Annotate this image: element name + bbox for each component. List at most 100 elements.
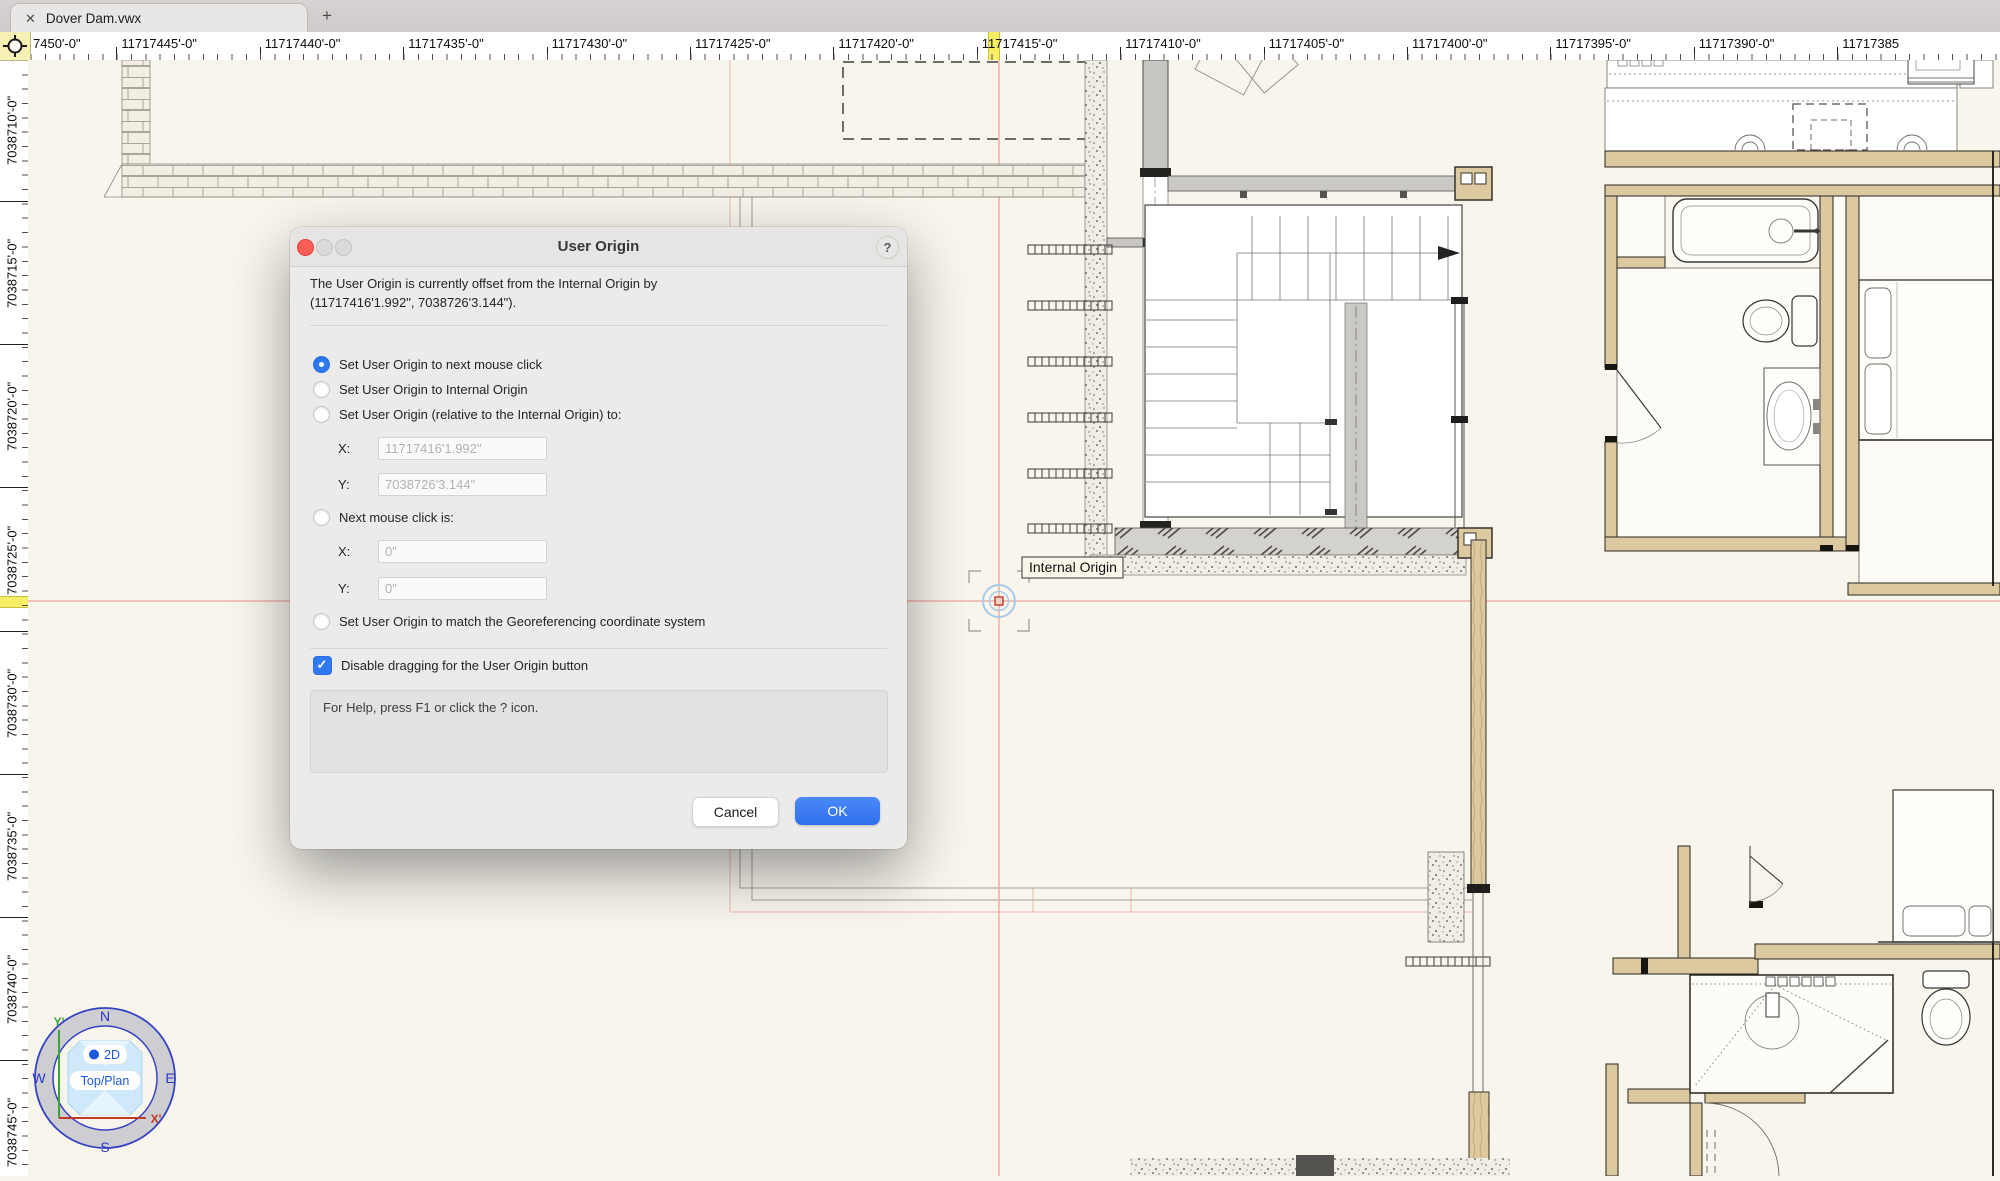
bed-upper bbox=[1859, 280, 1993, 440]
ruler-label: 11717405'-0" bbox=[1269, 36, 1345, 51]
x-offset-label: X: bbox=[338, 437, 350, 460]
internal-origin-callout: Internal Origin bbox=[1022, 557, 1123, 578]
radio-button[interactable] bbox=[313, 406, 330, 423]
toilet-lower bbox=[1922, 971, 1970, 1045]
ruler-label: 7038710'-0" bbox=[4, 75, 20, 185]
ruler-label: 11717445'-0" bbox=[121, 36, 197, 51]
tab-title: Dover Dam.vwx bbox=[46, 11, 141, 26]
radio-button[interactable] bbox=[313, 381, 330, 398]
ruler-label: 11717385 bbox=[1842, 36, 1899, 51]
internal-origin-label: Internal Origin bbox=[1029, 559, 1117, 575]
render-mode-label: 2D bbox=[104, 1048, 120, 1062]
ruler-major-tick bbox=[1120, 47, 1121, 60]
radio-button[interactable] bbox=[313, 356, 330, 373]
y-offset-row: Y: bbox=[290, 473, 907, 496]
ruler-label: 11717420'-0" bbox=[838, 36, 914, 51]
offset-description-line1: The User Origin is currently offset from… bbox=[310, 274, 887, 293]
ruler-label: 7038735'-0" bbox=[4, 791, 20, 901]
divider bbox=[310, 325, 887, 326]
cancel-button[interactable]: Cancel bbox=[692, 797, 779, 827]
ruler-major-tick bbox=[833, 47, 834, 60]
desk bbox=[1908, 60, 1974, 84]
tab-close-icon[interactable]: ✕ bbox=[25, 11, 36, 27]
mode-dot-icon bbox=[89, 1050, 99, 1060]
x-click-field[interactable] bbox=[378, 540, 547, 563]
radio-georeferencing[interactable]: Set User Origin to match the Georeferenc… bbox=[313, 613, 887, 630]
disable-dragging-checkbox[interactable] bbox=[313, 656, 332, 675]
corridor bbox=[1833, 196, 1846, 551]
shower-room bbox=[1690, 975, 1893, 1093]
tab-bar: ✕ Dover Dam.vwx + bbox=[0, 0, 2000, 33]
ruler-label: 11717415'-0" bbox=[982, 36, 1058, 51]
ruler-major-tick bbox=[0, 1060, 28, 1061]
compass-north-label: N bbox=[100, 1008, 110, 1024]
ruler-major-tick bbox=[0, 917, 28, 918]
ruler-label: 11717395'-0" bbox=[1555, 36, 1631, 51]
dialog-title-bar[interactable]: User Origin ? bbox=[290, 227, 907, 267]
ruler-major-tick bbox=[0, 774, 28, 775]
ruler-label: 11717390'-0" bbox=[1699, 36, 1775, 51]
x-offset-field[interactable] bbox=[378, 437, 547, 460]
ruler-major-tick bbox=[403, 47, 404, 60]
ruler-label: 11717435'-0" bbox=[408, 36, 484, 51]
ruler-label: 11717425'-0" bbox=[695, 36, 771, 51]
radio-internal-origin[interactable]: Set User Origin to Internal Origin bbox=[313, 381, 887, 398]
y-click-label: Y: bbox=[338, 577, 350, 600]
ruler-major-tick bbox=[0, 487, 28, 488]
ruler-major-tick bbox=[0, 631, 28, 632]
radio-next-mouse-click[interactable]: Set User Origin to next mouse click bbox=[313, 356, 887, 373]
ruler-major-tick bbox=[977, 47, 978, 60]
x-axis-label: X' bbox=[151, 1112, 162, 1126]
y-offset-field[interactable] bbox=[378, 473, 547, 496]
ruler-label: 7038725'-0" bbox=[4, 505, 20, 615]
y-offset-label: Y: bbox=[338, 473, 350, 496]
ruler-label: 11717440'-0" bbox=[265, 36, 341, 51]
vectorworks-window: { "tab_bar": { "close": "✕", "title": "D… bbox=[0, 0, 2000, 1176]
new-tab-button[interactable]: + bbox=[314, 2, 340, 29]
help-text-box: For Help, press F1 or click the ? icon. bbox=[310, 690, 888, 773]
radio-button[interactable] bbox=[313, 613, 330, 630]
bathtub bbox=[1673, 199, 1820, 262]
ruler-major-tick bbox=[690, 47, 691, 60]
y-click-row: Y: bbox=[290, 577, 907, 600]
ruler-label: 11717430'-0" bbox=[552, 36, 628, 51]
x-click-row: X: bbox=[290, 540, 907, 563]
origin-crosshair-icon bbox=[0, 32, 30, 60]
radio-relative-to-internal[interactable]: Set User Origin (relative to the Interna… bbox=[313, 406, 887, 423]
help-text: For Help, press F1 or click the ? icon. bbox=[323, 700, 538, 715]
horizontal-ruler: 7450'-0" 11717445'-0" 11717440'-0" 11717435… bbox=[0, 32, 2000, 61]
y-axis-label: Y' bbox=[54, 1015, 65, 1029]
view-compass[interactable]: N E S W 2D Top/Plan Y' X' bbox=[25, 1000, 190, 1165]
dialog-title: User Origin bbox=[290, 227, 907, 266]
user-origin-dialog: User Origin ? The User Origin is current… bbox=[290, 227, 907, 849]
user-origin-button[interactable] bbox=[0, 32, 31, 61]
stairwell bbox=[1090, 167, 1492, 575]
closet bbox=[1617, 196, 1665, 257]
help-button[interactable]: ? bbox=[876, 236, 899, 259]
ruler-major-tick bbox=[0, 344, 28, 345]
ruler-major-tick bbox=[1550, 47, 1551, 60]
disable-dragging-checkbox-row[interactable]: Disable dragging for the User Origin but… bbox=[313, 656, 588, 674]
ok-button[interactable]: OK bbox=[795, 797, 880, 825]
compass-west-label: W bbox=[32, 1070, 46, 1086]
ruler-label: 7450'-0" bbox=[33, 36, 81, 51]
ruler-major-tick bbox=[1264, 47, 1265, 60]
divider bbox=[310, 648, 887, 649]
ruler-major-tick bbox=[1837, 47, 1838, 60]
view-name-label: Top/Plan bbox=[81, 1074, 130, 1088]
ruler-major-tick bbox=[260, 47, 261, 60]
tab-dover-dam[interactable]: ✕ Dover Dam.vwx bbox=[10, 3, 308, 33]
ruler-major-tick bbox=[1694, 47, 1695, 60]
ruler-major-tick bbox=[0, 201, 28, 202]
offset-description-line2: (11717416'1.992", 7038726'3.144"). bbox=[310, 293, 887, 312]
compass-south-label: S bbox=[100, 1139, 109, 1155]
compass-east-label: E bbox=[165, 1070, 174, 1086]
ruler-label: 7038730'-0" bbox=[4, 648, 20, 758]
y-click-field[interactable] bbox=[378, 577, 547, 600]
sink-vanity bbox=[1764, 368, 1820, 465]
radio-button[interactable] bbox=[313, 509, 330, 526]
x-click-label: X: bbox=[338, 540, 350, 563]
ruler-label: 7038715'-0" bbox=[4, 218, 20, 328]
ruler-major-tick bbox=[1407, 47, 1408, 60]
radio-next-click-is[interactable]: Next mouse click is: bbox=[313, 509, 887, 526]
